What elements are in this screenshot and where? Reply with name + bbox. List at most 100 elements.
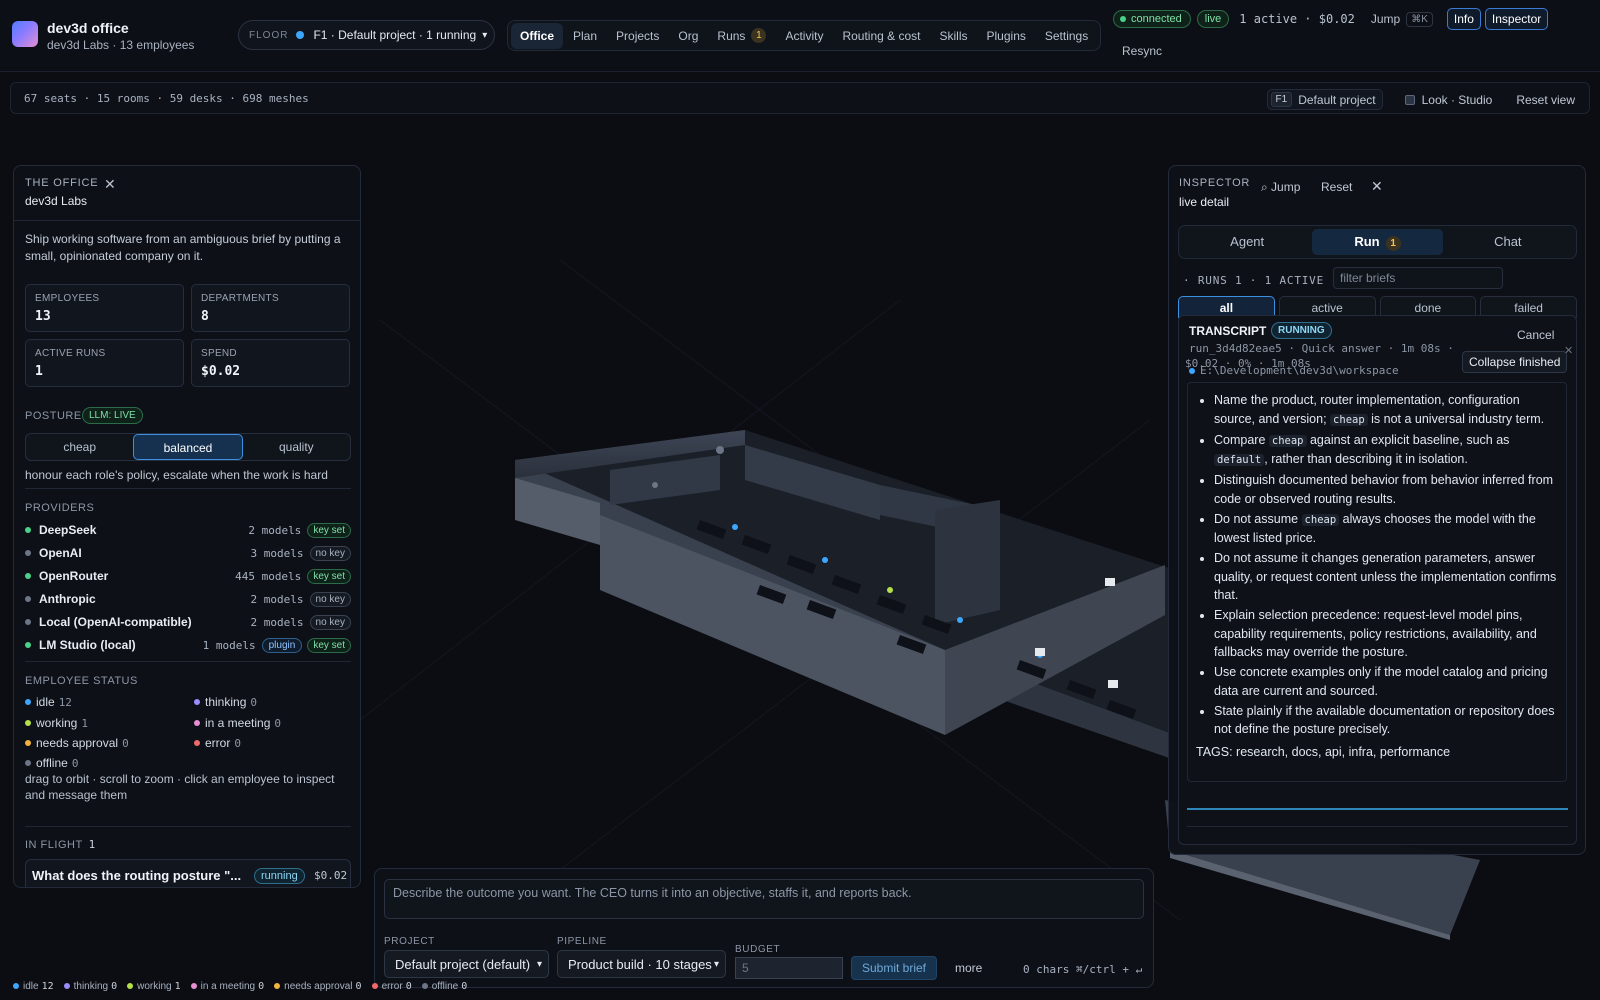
- provider-models: 3 models: [250, 546, 304, 560]
- provider-row-openai[interactable]: OpenAI 3 models no key: [25, 544, 351, 562]
- status-dot-icon: [194, 699, 200, 705]
- pipeline-select[interactable]: Product build · 10 stages ▾: [557, 950, 726, 978]
- reset-view-button[interactable]: Reset view: [1516, 93, 1575, 107]
- close-icon[interactable]: ✕: [1564, 344, 1573, 357]
- project-chip[interactable]: F1 Default project: [1266, 89, 1383, 110]
- posture-label: POSTURE: [25, 410, 82, 422]
- tab-label: Runs: [717, 28, 746, 43]
- look-toggle[interactable]: Look · Studio: [1404, 93, 1492, 107]
- status-label: offline: [36, 756, 68, 770]
- jump-shortcut: ⌘K: [1406, 11, 1433, 27]
- key-status-badge: no key: [309, 545, 351, 561]
- provider-name: OpenAI: [39, 546, 82, 560]
- status-idle: idle 12: [25, 695, 72, 709]
- tab-activity[interactable]: Activity: [776, 23, 832, 49]
- tab-plan[interactable]: Plan: [564, 23, 606, 49]
- status-label: working: [137, 980, 172, 992]
- project-label: PROJECT: [384, 936, 435, 947]
- bottom-status-thinking: thinking 0: [63, 980, 118, 992]
- provider-row-openrouter[interactable]: OpenRouter 445 models key set: [25, 567, 351, 585]
- status-dot-icon: [127, 983, 134, 989]
- key-status-badge: no key: [309, 591, 351, 607]
- inspector-panel: INSPECTOR live detail ⌕ Jump Reset ✕ Age…: [1168, 165, 1586, 855]
- tab-plugins[interactable]: Plugins: [978, 23, 1035, 49]
- scene-stats: 67 seats · 15 rooms · 59 desks · 698 mes…: [24, 92, 309, 105]
- status-dot-icon: [25, 527, 31, 533]
- tab-skills[interactable]: Skills: [931, 23, 977, 49]
- tab-label: Org: [678, 28, 699, 43]
- project-select[interactable]: Default project (default) ▾: [384, 950, 549, 978]
- provider-row-local[interactable]: Local (OpenAI-compatible) 2 models no ke…: [25, 613, 351, 631]
- provider-name: DeepSeek: [39, 523, 97, 537]
- tab-chat[interactable]: Chat: [1443, 229, 1573, 255]
- jump-button[interactable]: Jump: [1371, 12, 1400, 26]
- floor-label: FLOOR: [249, 29, 289, 41]
- main-nav: Office Plan Projects Org Runs 1 Activity …: [507, 20, 1101, 51]
- filter-briefs-input[interactable]: [1333, 267, 1503, 289]
- budget-input[interactable]: [735, 957, 843, 979]
- key-status-badge: key set: [307, 522, 351, 538]
- tab-office[interactable]: Office: [511, 22, 564, 49]
- transcript-progress-bar: [1187, 808, 1568, 810]
- tab-agent[interactable]: Agent: [1182, 229, 1312, 255]
- status-row: connected live 1 active · $0.02 Jump ⌘K …: [1113, 8, 1552, 30]
- close-icon[interactable]: ✕: [1371, 178, 1383, 195]
- status-thinking: thinking 0: [194, 695, 257, 709]
- inspector-button[interactable]: Inspector: [1484, 8, 1549, 30]
- status-label: in a meeting: [205, 716, 271, 730]
- tab-settings[interactable]: Settings: [1036, 23, 1097, 49]
- status-dot-icon: [25, 740, 31, 746]
- more-button[interactable]: more: [955, 961, 982, 975]
- tab-routing-cost[interactable]: Routing & cost: [833, 23, 929, 49]
- tab-projects[interactable]: Projects: [607, 23, 668, 49]
- collapse-finished-button[interactable]: Collapse finished: [1462, 351, 1568, 373]
- in-flight-run-card[interactable]: What does the routing posture "... runni…: [25, 859, 351, 887]
- workspace-path: E:\Development\dev3d\workspace: [1189, 364, 1399, 377]
- divider: [25, 661, 351, 662]
- run-cost: $0.02: [314, 869, 348, 882]
- status-count: 0: [71, 756, 79, 770]
- tab-org[interactable]: Org: [669, 23, 707, 49]
- divider: [25, 826, 351, 827]
- status-count: 0: [111, 980, 118, 992]
- app-logo: [12, 21, 38, 47]
- resync-button[interactable]: Resync: [1122, 44, 1162, 58]
- run-title: What does the routing posture "...: [32, 868, 242, 883]
- plugin-badge: plugin: [261, 637, 303, 653]
- posture-cheap[interactable]: cheap: [26, 434, 133, 460]
- top-bar: dev3d office dev3d Labs · 13 employees F…: [0, 0, 1600, 72]
- provider-row-deepseek[interactable]: DeepSeek 2 models key set: [25, 521, 351, 539]
- info-button[interactable]: Info: [1446, 8, 1481, 30]
- status-label: error: [381, 980, 403, 992]
- posture-balanced[interactable]: balanced: [133, 434, 243, 460]
- checkbox-icon: [1404, 94, 1415, 105]
- provider-row-lmstudio[interactable]: LM Studio (local) 1 models plugin key se…: [25, 636, 351, 654]
- inspector-jump-button[interactable]: ⌕ Jump: [1261, 180, 1300, 195]
- provider-row-anthropic[interactable]: Anthropic 2 models no key: [25, 590, 351, 608]
- close-icon[interactable]: ✕: [104, 176, 116, 193]
- status-label: idle: [36, 695, 55, 709]
- brief-composer: PROJECT Default project (default) ▾ PIPE…: [374, 868, 1154, 988]
- text: Use concrete examples only if the model …: [1214, 665, 1548, 698]
- llm-live-badge: LLM: LIVE: [82, 407, 143, 424]
- code: cheap: [1301, 513, 1340, 526]
- in-flight-count: 1: [88, 838, 96, 851]
- tab-label: Skills: [939, 28, 968, 43]
- status-offline: offline 0: [25, 756, 78, 770]
- code: default: [1214, 454, 1265, 466]
- run-status-badge: running: [254, 868, 305, 884]
- connected-dot-icon: [1120, 16, 1126, 22]
- brief-input[interactable]: [384, 879, 1144, 919]
- cancel-run-button[interactable]: Cancel: [1517, 328, 1554, 342]
- stat-value: $0.02: [201, 364, 241, 379]
- inspector-reset-button[interactable]: Reset: [1321, 180, 1352, 194]
- posture-selector: cheap balanced quality: [25, 433, 351, 461]
- tab-runs[interactable]: Runs 1: [708, 22, 775, 49]
- posture-quality[interactable]: quality: [243, 434, 350, 460]
- bottom-status-meeting: in a meeting 0: [190, 981, 264, 992]
- stat-label: EMPLOYEES: [35, 293, 100, 304]
- floor-selector[interactable]: FLOOR F1 · Default project · 1 running ▾: [238, 20, 495, 50]
- submit-brief-button[interactable]: Submit brief: [851, 956, 937, 980]
- tab-run[interactable]: Run 1: [1312, 229, 1443, 255]
- list-item: Name the product, router implementation,…: [1214, 391, 1558, 429]
